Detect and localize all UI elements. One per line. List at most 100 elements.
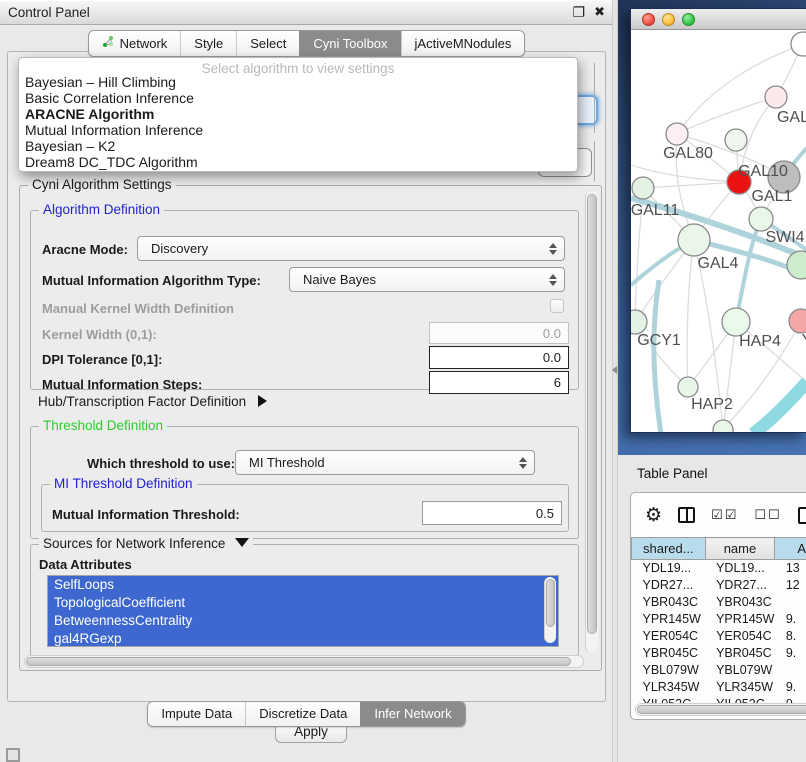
table-horizontal-scrollbar[interactable]: [635, 703, 806, 716]
tab-discretize-data[interactable]: Discretize Data: [245, 702, 360, 726]
column-header-a[interactable]: A: [775, 538, 806, 560]
data-attributes-list[interactable]: SelfLoopsTopologicalCoefficientBetweenne…: [47, 575, 559, 647]
expand-right-icon[interactable]: [258, 395, 267, 407]
column-header-shared[interactable]: shared...: [632, 538, 706, 560]
network-node-y[interactable]: [789, 309, 806, 333]
attribute-item-gal4rgexp[interactable]: gal4RGexp: [48, 630, 558, 647]
network-canvas[interactable]: GALGAL80GAL10GAL1GAL11SWI4GAL4GCY1HAP4YH…: [631, 30, 806, 432]
close-traffic-icon[interactable]: [642, 13, 655, 26]
stepper-icon: [549, 243, 557, 255]
table-row[interactable]: YER054CYER054C8.: [632, 628, 806, 645]
settings-vertical-scrollbar[interactable]: [585, 191, 598, 653]
collapse-down-icon[interactable]: [235, 538, 249, 547]
deselect-all-checks-icon[interactable]: ☐☐: [754, 508, 781, 523]
close-icon[interactable]: ✖: [594, 5, 605, 20]
control-panel-titlebar: Control Panel ❐ ✖: [0, 0, 613, 25]
network-node-gal[interactable]: [765, 86, 787, 108]
algorithm-option-aracne-algorithm[interactable]: ARACNE Algorithm: [19, 106, 577, 122]
network-window-titlebar[interactable]: [631, 9, 806, 30]
algorithm-option-bayesian-k2[interactable]: Bayesian – K2: [19, 138, 577, 154]
network-node-gcy1[interactable]: [631, 310, 647, 334]
node-label: GAL10: [738, 163, 788, 180]
which-threshold-select[interactable]: MI Threshold: [235, 450, 535, 475]
table-cell: 8.: [775, 628, 806, 645]
network-node-gal80[interactable]: [666, 123, 688, 145]
minimize-traffic-icon[interactable]: [662, 13, 675, 26]
table-row[interactable]: YBR045CYBR045C9.: [632, 645, 806, 662]
algorithm-dropdown-prompt: Select algorithm to view settings: [19, 58, 577, 74]
sources-toggle[interactable]: Sources for Network Inference: [39, 536, 253, 551]
float-icon[interactable]: ❐: [573, 5, 586, 21]
attribute-list-scrollbar[interactable]: [544, 577, 556, 643]
tab-network[interactable]: Network: [89, 31, 181, 56]
dpi-tolerance-input[interactable]: 0.0: [429, 346, 569, 369]
select-all-checks-icon[interactable]: ☑☑: [711, 508, 738, 523]
tab-style[interactable]: Style: [180, 31, 236, 56]
table-cell: YPR145W: [632, 611, 706, 628]
network-node-gal10[interactable]: [725, 129, 747, 151]
attribute-item-selfloops[interactable]: SelfLoops: [48, 576, 558, 594]
export-table-icon[interactable]: [798, 507, 806, 524]
table-cell: 13: [775, 560, 806, 577]
tab-label: Infer Network: [374, 706, 451, 721]
group-title: MI Threshold Definition: [50, 476, 197, 491]
mi-type-select[interactable]: Naive Bayes: [289, 267, 565, 292]
table-row[interactable]: YDR27...YDR27...12: [632, 577, 806, 594]
table-row[interactable]: YLR345WYLR345W9.: [632, 679, 806, 696]
network-node[interactable]: [791, 32, 806, 56]
tab-cyni-toolbox[interactable]: Cyni Toolbox: [299, 31, 400, 56]
zoom-traffic-icon[interactable]: [682, 13, 695, 26]
tab-select[interactable]: Select: [236, 31, 299, 56]
table-cell: 9.: [775, 645, 806, 662]
tab-impute-data[interactable]: Impute Data: [148, 702, 245, 726]
network-node-swi4[interactable]: [749, 207, 773, 231]
table-panel-area: Table Panel ⚙ ☑☑ ☐☐ shared...nameA YDL19…: [618, 455, 806, 762]
algorithm-option-dream8-dc-tdc-algorithm[interactable]: Dream8 DC_TDC Algorithm: [19, 154, 577, 170]
table-row[interactable]: YBL079WYBL079W: [632, 662, 806, 679]
network-node-hap4[interactable]: [722, 308, 750, 336]
which-threshold-label: Which threshold to use:: [87, 456, 235, 471]
mi-threshold-group: MI Threshold Definition Mutual Informati…: [41, 484, 569, 532]
split-collapse-icon[interactable]: [612, 366, 617, 374]
attribute-item-betweennesscentrality[interactable]: BetweennessCentrality: [48, 612, 558, 630]
tab-infer-network[interactable]: Infer Network: [360, 702, 464, 726]
node-label: GAL4: [698, 255, 739, 272]
aracne-mode-select[interactable]: Discovery: [137, 236, 565, 261]
node-label: GCY1: [637, 332, 681, 349]
table-cell: YER054C: [632, 628, 706, 645]
attribute-item-topologicalcoefficient[interactable]: TopologicalCoefficient: [48, 594, 558, 612]
tab-label: Impute Data: [161, 706, 232, 721]
network-node[interactable]: [787, 251, 806, 279]
algorithm-option-basic-correlation-inference[interactable]: Basic Correlation Inference: [19, 90, 577, 106]
network-node-gal11[interactable]: [632, 177, 654, 199]
algorithm-option-mutual-information-inference[interactable]: Mutual Information Inference: [19, 122, 577, 138]
table-row[interactable]: YBR043CYBR043C: [632, 594, 806, 611]
mi-threshold-input[interactable]: 0.5: [422, 501, 562, 525]
network-node-gal4[interactable]: [678, 224, 710, 256]
settings-horizontal-scrollbar[interactable]: [24, 655, 584, 668]
sources-group: Sources for Network Inference Data Attri…: [30, 544, 579, 656]
screen: { "colors": { "selection_blue": "#3e68cf…: [0, 0, 806, 762]
table-row[interactable]: YDL19...YDL19...13: [632, 560, 806, 577]
network-window[interactable]: GALGAL80GAL10GAL1GAL11SWI4GAL4GCY1HAP4YH…: [630, 8, 806, 433]
kernel-width-input[interactable]: 0.0: [429, 322, 569, 344]
algorithm-option-bayesian-hill-climbing[interactable]: Bayesian – Hill Climbing: [19, 74, 577, 90]
gear-icon[interactable]: ⚙: [645, 504, 662, 526]
tab-jactivemnodules[interactable]: jActiveMNodules: [401, 31, 525, 56]
tab-label: Discretize Data: [259, 706, 347, 721]
network-node-hap2[interactable]: [678, 377, 698, 397]
table-cell: YDL19...: [632, 560, 706, 577]
table-panel-title: Table Panel: [637, 466, 708, 481]
table-row[interactable]: YPR145WYPR145W9.: [632, 611, 806, 628]
group-title: Threshold Definition: [39, 418, 167, 433]
node-table[interactable]: shared...nameA YDL19...YDL19...13YDR27..…: [631, 537, 806, 713]
mi-type-label: Mutual Information Algorithm Type:: [42, 273, 261, 288]
table-cell: 12: [775, 577, 806, 594]
manual-kernel-checkbox[interactable]: [550, 299, 564, 313]
dock-grip-icon[interactable]: [6, 748, 20, 762]
algorithm-dropdown[interactable]: Select algorithm to view settings Bayesi…: [18, 57, 578, 172]
columns-icon[interactable]: [678, 507, 695, 523]
mi-steps-input[interactable]: 6: [429, 371, 569, 394]
hub-definition-toggle[interactable]: Hub/Transcription Factor Definition: [38, 394, 267, 409]
column-header-name[interactable]: name: [705, 538, 775, 560]
